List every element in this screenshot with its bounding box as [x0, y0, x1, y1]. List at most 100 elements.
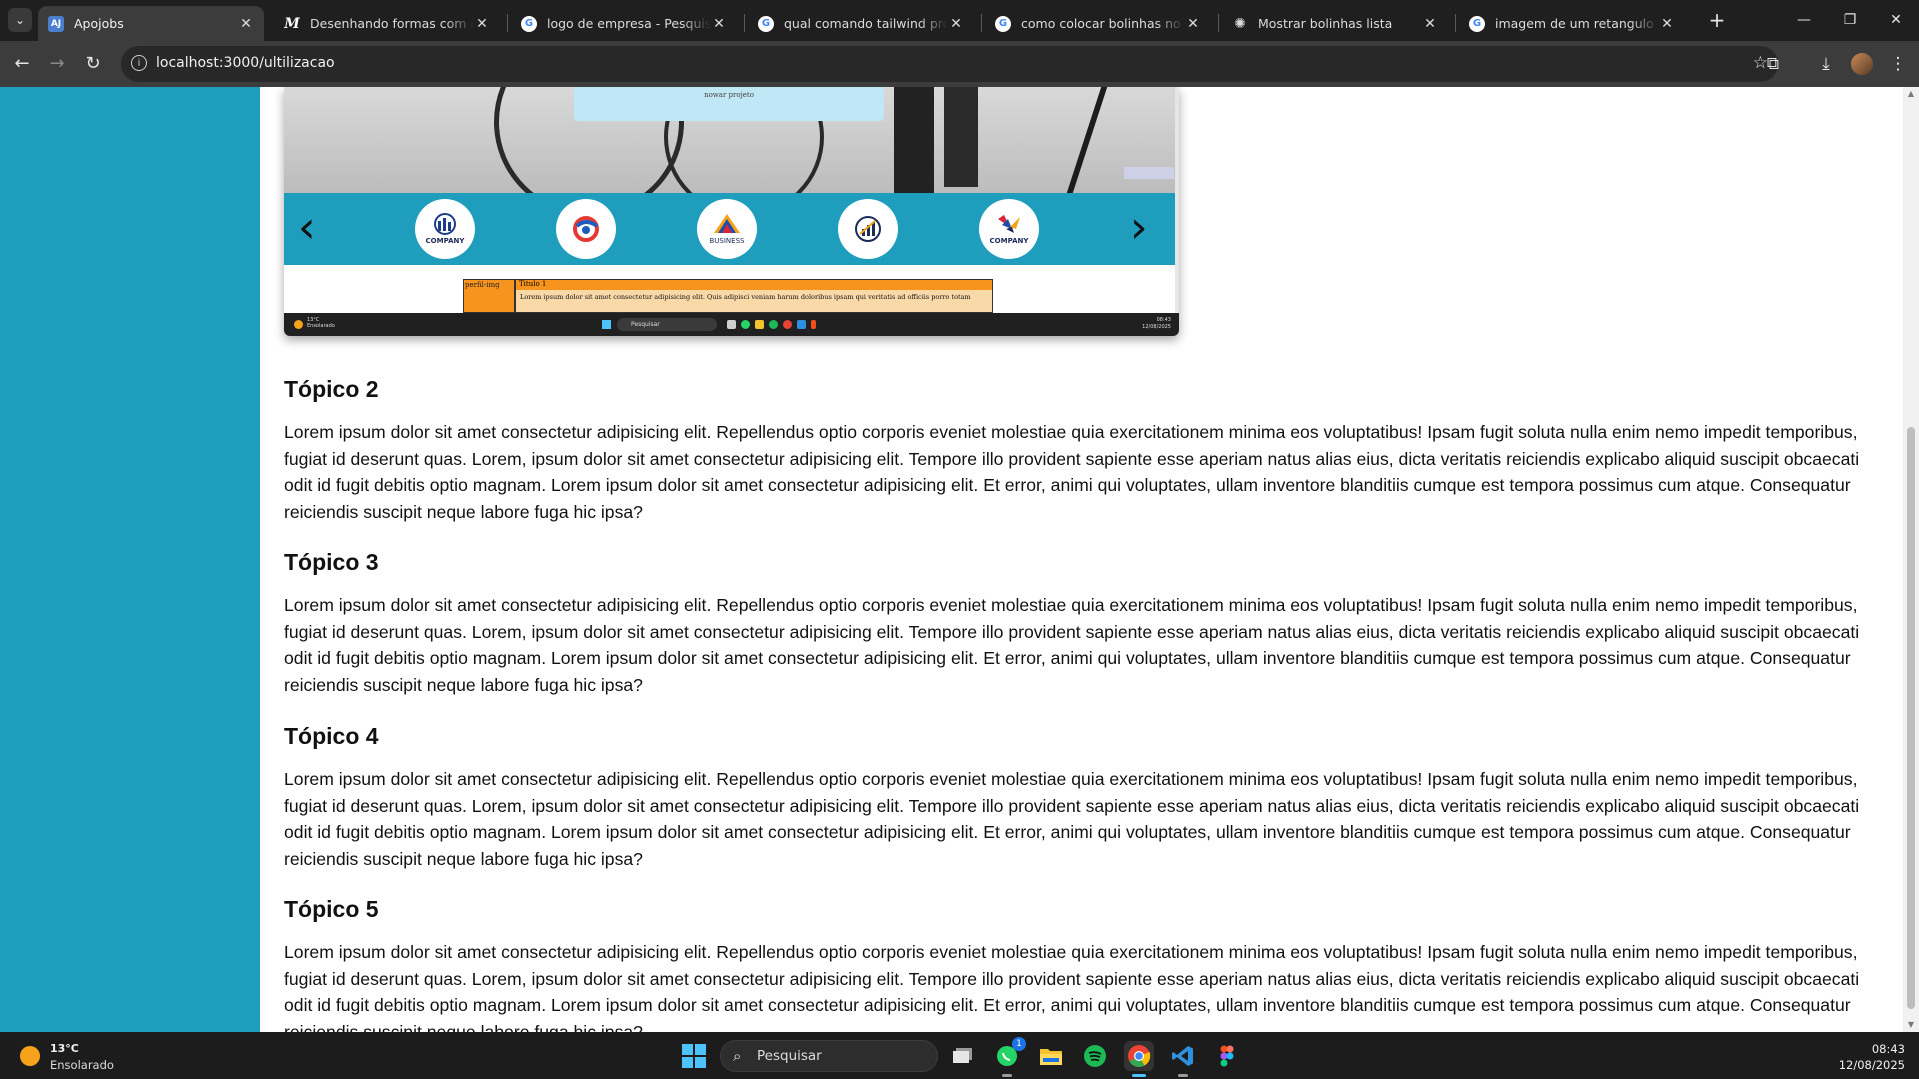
topic-heading: Tópico 3	[284, 549, 379, 575]
taskbar-search[interactable]: ⌕ Pesquisar	[720, 1040, 938, 1072]
address-bar[interactable]: i localhost:3000/ultilizacao ☆	[121, 46, 1778, 82]
page-scrollbar-thumb[interactable]	[1907, 427, 1915, 1009]
triangle-logo-icon	[714, 214, 740, 233]
new-tab-button[interactable]: +	[1705, 8, 1729, 32]
company-logo-5[interactable]: COMPANY	[979, 199, 1039, 259]
chrome-button[interactable]	[1124, 1041, 1154, 1077]
chevron-down-icon: ⌄	[14, 13, 26, 27]
browser-toolbar: ← → ↻ i localhost:3000/ultilizacao ☆ ⧉ ⤓…	[0, 41, 1919, 87]
chevron-right-icon[interactable]: ›	[1130, 203, 1148, 253]
figma-icon	[811, 320, 816, 329]
extensions-icon[interactable]: ⧉	[1761, 52, 1785, 76]
file-explorer-icon	[1040, 1049, 1062, 1065]
forward-button[interactable]: →	[43, 50, 71, 78]
tab-chatgpt[interactable]: ✺ Mostrar bolinhas lista ✕	[1222, 6, 1448, 41]
wheelchair-photo: nowar projeto	[284, 87, 1179, 193]
vscode-icon	[797, 320, 806, 329]
scroll-up-arrow-icon[interactable]: ▲	[1903, 87, 1919, 101]
logo-caption: BUSINESS	[709, 237, 745, 245]
mdn-icon: M	[284, 15, 300, 32]
topic-paragraph: Lorem ipsum dolor sit amet consectetur a…	[284, 422, 1860, 522]
clock-date: 12/08/2025	[1838, 1058, 1905, 1072]
bird-logo-icon	[998, 215, 1020, 233]
topic-paragraph: Lorem ipsum dolor sit amet consectetur a…	[284, 769, 1860, 869]
minimize-button[interactable]: —	[1781, 6, 1827, 34]
caption-text: nowar projeto	[704, 91, 754, 99]
close-icon[interactable]: ✕	[948, 16, 964, 32]
restore-button[interactable]: ❐	[1827, 6, 1873, 34]
topic-section-4: Tópico 4 Lorem ipsum dolor sit amet cons…	[284, 722, 1884, 872]
url-text[interactable]: localhost:3000/ultilizacao	[156, 55, 335, 71]
buildings-logo-icon	[434, 213, 456, 235]
topic-heading: Tópico 5	[284, 896, 379, 922]
reload-button[interactable]: ↻	[79, 50, 107, 78]
tab-logo-search[interactable]: G logo de empresa - Pesquisa Google ✕	[511, 6, 737, 41]
tab-tailwind-search[interactable]: G qual comando tailwind pro tamanho ✕	[748, 6, 974, 41]
spotify-icon	[769, 320, 778, 329]
close-icon[interactable]: ✕	[474, 16, 490, 32]
google-icon: G	[995, 15, 1011, 32]
tab-bolinhas-search[interactable]: G como colocar bolinhas no elemento ✕	[985, 6, 1211, 41]
menu-kebab-icon[interactable]: ⋮	[1886, 52, 1910, 76]
embedded-card: Titulo 1 Lorem ipsum dolor sit amet cons…	[515, 279, 993, 313]
running-indicator	[1132, 1074, 1146, 1077]
figma-button[interactable]	[1212, 1041, 1242, 1071]
sun-icon[interactable]	[20, 1046, 40, 1066]
weather-description[interactable]: Ensolarado	[50, 1058, 114, 1072]
weather-temperature[interactable]: 13°C	[50, 1042, 79, 1055]
close-icon[interactable]: ✕	[711, 16, 727, 32]
tab-search-button[interactable]: ⌄	[8, 8, 32, 32]
growth-logo-icon	[855, 216, 881, 242]
spotify-button[interactable]	[1080, 1041, 1110, 1071]
chevron-left-icon[interactable]: ‹	[298, 203, 316, 253]
sun-icon	[294, 320, 303, 329]
profile-avatar[interactable]	[1851, 53, 1873, 75]
table-leg	[1066, 87, 1108, 193]
file-explorer-button[interactable]	[1036, 1041, 1066, 1071]
back-button[interactable]: ←	[8, 50, 36, 78]
tab-retangulo-search[interactable]: G imagem de um retangulo solido ✕	[1459, 6, 1685, 41]
tab-apojobs[interactable]: AJ Apojobs ✕	[38, 6, 264, 41]
tab-title: Mostrar bolinhas lista	[1258, 16, 1393, 31]
windows-logo-icon	[602, 320, 611, 329]
site-info-icon[interactable]: i	[131, 55, 147, 71]
close-icon[interactable]: ✕	[238, 16, 254, 32]
embedded-card-body: Lorem ipsum dolor sit amet consectetur a…	[520, 293, 971, 301]
taskbar-clock[interactable]: 08:43 12/08/2025	[1839, 1041, 1905, 1073]
vscode-button[interactable]	[1168, 1041, 1198, 1077]
tab-separator	[981, 14, 982, 32]
company-logo-1[interactable]: COMPANY	[415, 199, 475, 259]
embedded-weather: 13°C Ensolarado	[307, 317, 335, 329]
scroll-down-arrow-icon[interactable]: ▼	[1903, 1018, 1919, 1032]
close-icon[interactable]: ✕	[1422, 16, 1438, 32]
running-indicator	[1002, 1074, 1012, 1077]
minimize-icon: —	[1797, 12, 1811, 28]
whatsapp-icon	[741, 320, 750, 329]
embedded-card-title: Titulo 1	[516, 280, 992, 290]
embedded-date: 12/08/2025	[1142, 324, 1171, 330]
topic-paragraph: Lorem ipsum dolor sit amet consectetur a…	[284, 942, 1860, 1032]
close-icon[interactable]: ✕	[1185, 16, 1201, 32]
windows-start-icon[interactable]	[682, 1044, 706, 1068]
chrome-icon	[783, 320, 792, 329]
close-icon[interactable]: ✕	[1659, 16, 1675, 32]
chrome-icon	[1128, 1045, 1151, 1067]
tab-canvas[interactable]: M Desenhando formas com canvas ✕	[274, 6, 500, 41]
spotify-icon	[1084, 1045, 1106, 1067]
company-logo-3[interactable]: BUSINESS	[697, 199, 757, 259]
perfil-image: perfil-img	[463, 279, 515, 313]
embedded-time: 08:43	[1156, 317, 1171, 323]
company-logo-2[interactable]	[556, 199, 616, 259]
close-window-button[interactable]: ✕	[1873, 6, 1919, 34]
task-view-button[interactable]	[948, 1041, 978, 1071]
tab-title: qual comando tailwind pro tamanho	[784, 16, 948, 31]
google-icon: G	[758, 15, 774, 32]
topic-section-5: Tópico 5 Lorem ipsum dolor sit amet cons…	[284, 895, 1884, 1032]
company-logo-4[interactable]	[838, 199, 898, 259]
download-icon[interactable]: ⤓	[1814, 52, 1838, 76]
photo-caption-card: nowar projeto	[574, 87, 884, 121]
figma-icon	[1220, 1045, 1234, 1067]
embedded-clock: 08:43 12/08/2025	[1142, 317, 1171, 331]
whatsapp-button[interactable]: 1	[992, 1037, 1026, 1077]
logo-caption: COMPANY	[989, 237, 1029, 245]
